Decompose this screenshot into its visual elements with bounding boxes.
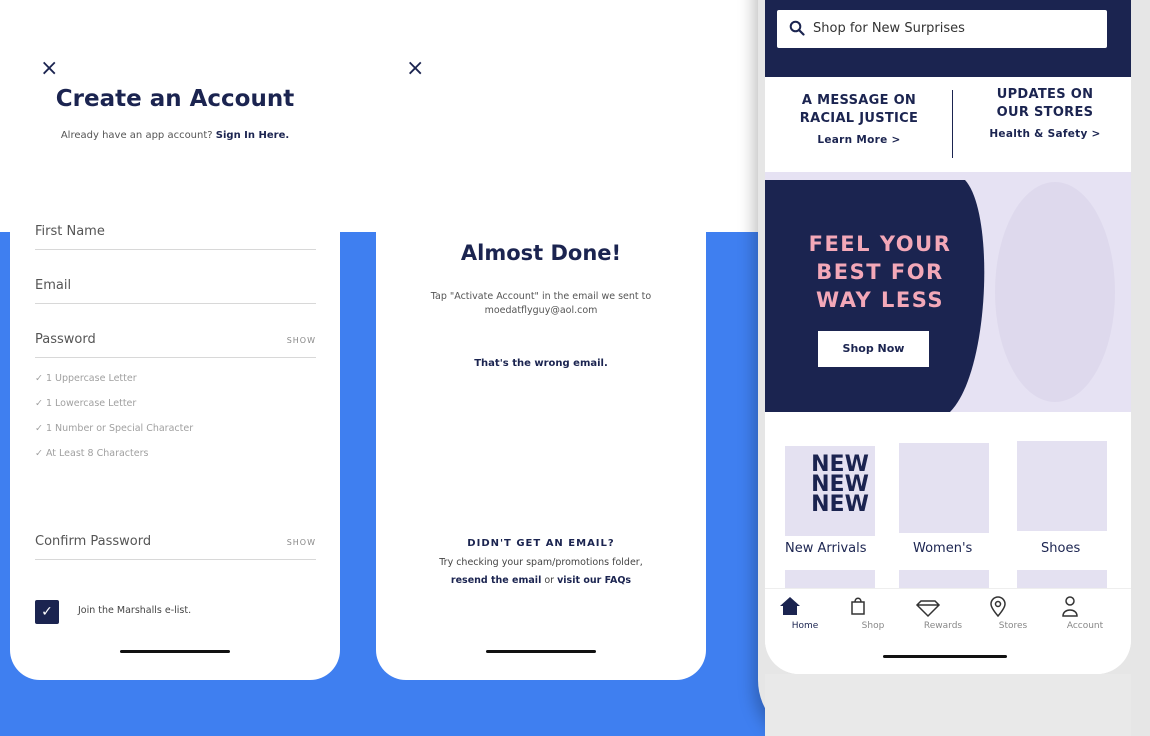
checkmark-icon: ✓ xyxy=(41,604,53,620)
sign-in-prompt-text: Already have an app account? xyxy=(60,130,213,141)
home-indicator xyxy=(486,650,596,653)
search-placeholder: Shop for New Surprises xyxy=(813,21,965,36)
phone-screen: Shop for New Surprises A MESSAGE ON RACI… xyxy=(765,0,1131,674)
home-indicator xyxy=(883,655,1007,658)
womens-tile[interactable] xyxy=(899,443,989,533)
promo-headline: BEST FOR xyxy=(816,260,944,284)
faq-link[interactable]: visit our FAQs xyxy=(557,575,631,586)
confirm-password-field[interactable]: Confirm Password SHOW xyxy=(35,532,316,560)
checkmark-icon: ✓ xyxy=(35,373,43,384)
show-confirm-password-toggle[interactable]: SHOW xyxy=(287,538,316,547)
elist-label: Join the Marshalls e-list. xyxy=(78,605,192,616)
tab-rewards[interactable]: Rewards xyxy=(913,593,973,631)
requirement-item: ✓ 1 Uppercase Letter xyxy=(35,373,137,384)
checkmark-icon: ✓ xyxy=(35,423,43,434)
new-arrivals-tile-text: NEW NEW NEW xyxy=(811,452,869,517)
email-field[interactable]: Email xyxy=(35,276,316,304)
tab-stores[interactable]: Stores xyxy=(983,593,1043,631)
requirement-item: ✓ 1 Number or Special Character xyxy=(35,423,194,434)
page-title: Almost Done! xyxy=(460,241,622,265)
resend-links: resend the email or visit our FAQs xyxy=(376,575,706,586)
first-name-label: First Name xyxy=(35,224,105,239)
stage: × Create an Account Already have an app … xyxy=(0,0,1150,736)
no-email-help-text: Try checking your spam/promotions folder… xyxy=(439,557,643,568)
requirement-item: ✓ At Least 8 Characters xyxy=(35,448,149,459)
elist-checkbox[interactable]: ✓ xyxy=(35,600,59,624)
almost-done-screen: × Almost Done! Tap "Activate Account" in… xyxy=(376,16,706,680)
category-label[interactable]: Shoes xyxy=(1041,541,1080,556)
instruction-text: Tap "Activate Account" in the email we s… xyxy=(430,291,652,302)
checkmark-icon: ✓ xyxy=(35,398,43,409)
confirm-password-label: Confirm Password xyxy=(35,534,152,549)
message-heading: RACIAL JUSTICE xyxy=(799,111,919,126)
close-icon[interactable]: × xyxy=(40,58,58,80)
sign-in-link[interactable]: Sign In Here. xyxy=(216,130,289,141)
tab-account[interactable]: Account xyxy=(1055,593,1115,631)
tab-shop[interactable]: Shop xyxy=(843,593,903,631)
password-field[interactable]: Password SHOW xyxy=(35,330,316,358)
phone-chin xyxy=(765,674,1131,736)
or-text: or xyxy=(544,575,555,586)
show-password-toggle[interactable]: SHOW xyxy=(287,336,316,345)
promo-headline: FEEL YOUR xyxy=(808,232,952,256)
page-title: Create an Account xyxy=(55,86,295,112)
message-heading: OUR STORES xyxy=(996,105,1094,120)
wrong-email-link[interactable]: That's the wrong email. xyxy=(376,358,706,369)
racial-justice-message[interactable]: A MESSAGE ON RACIAL JUSTICE Learn More > xyxy=(779,92,939,146)
home-indicator xyxy=(120,650,230,653)
requirement-item: ✓ 1 Lowercase Letter xyxy=(35,398,137,409)
tab-home[interactable]: Home xyxy=(775,593,835,631)
category-label[interactable]: New Arrivals xyxy=(785,541,867,556)
shoes-tile[interactable] xyxy=(1017,441,1107,531)
learn-more-link[interactable]: Learn More > xyxy=(779,134,939,146)
category-tile[interactable] xyxy=(899,570,989,588)
create-account-screen: × Create an Account Already have an app … xyxy=(10,16,340,680)
category-tile[interactable] xyxy=(1017,570,1107,588)
sign-in-prompt: Already have an app account? Sign In Her… xyxy=(10,130,340,141)
diamond-icon xyxy=(915,600,941,618)
search-icon xyxy=(789,20,805,36)
home-icon xyxy=(780,597,800,615)
promo-banner[interactable]: FEEL YOUR BEST FOR WAY LESS Shop Now xyxy=(765,172,1131,412)
store-updates-message[interactable]: UPDATES ON OUR STORES Health & Safety > xyxy=(965,86,1125,140)
category-label[interactable]: Women's xyxy=(913,541,972,556)
divider xyxy=(952,90,953,158)
shop-now-button[interactable]: Shop Now xyxy=(818,331,929,367)
health-safety-link[interactable]: Health & Safety > xyxy=(965,128,1125,140)
password-label: Password xyxy=(35,332,96,347)
first-name-field[interactable]: First Name xyxy=(35,222,316,250)
bottom-tab-bar: Home Shop Rewards Stores Account xyxy=(765,588,1131,674)
message-heading: A MESSAGE ON xyxy=(801,93,917,108)
checkmark-icon: ✓ xyxy=(35,448,43,459)
search-header: Shop for New Surprises xyxy=(765,0,1131,77)
close-icon[interactable]: × xyxy=(406,58,424,80)
email-label: Email xyxy=(35,278,72,293)
location-pin-icon xyxy=(990,596,1006,618)
message-heading: UPDATES ON xyxy=(996,87,1094,102)
promo-headline: WAY LESS xyxy=(815,288,944,312)
resend-email-link[interactable]: resend the email xyxy=(451,575,541,586)
person-icon xyxy=(1062,596,1078,617)
category-tile[interactable] xyxy=(785,570,875,588)
no-email-heading: DIDN'T GET AN EMAIL? xyxy=(467,538,615,549)
shopping-bag-icon xyxy=(851,597,865,615)
search-input[interactable]: Shop for New Surprises xyxy=(777,10,1107,48)
email-address: moedatflyguy@aol.com xyxy=(484,305,598,316)
